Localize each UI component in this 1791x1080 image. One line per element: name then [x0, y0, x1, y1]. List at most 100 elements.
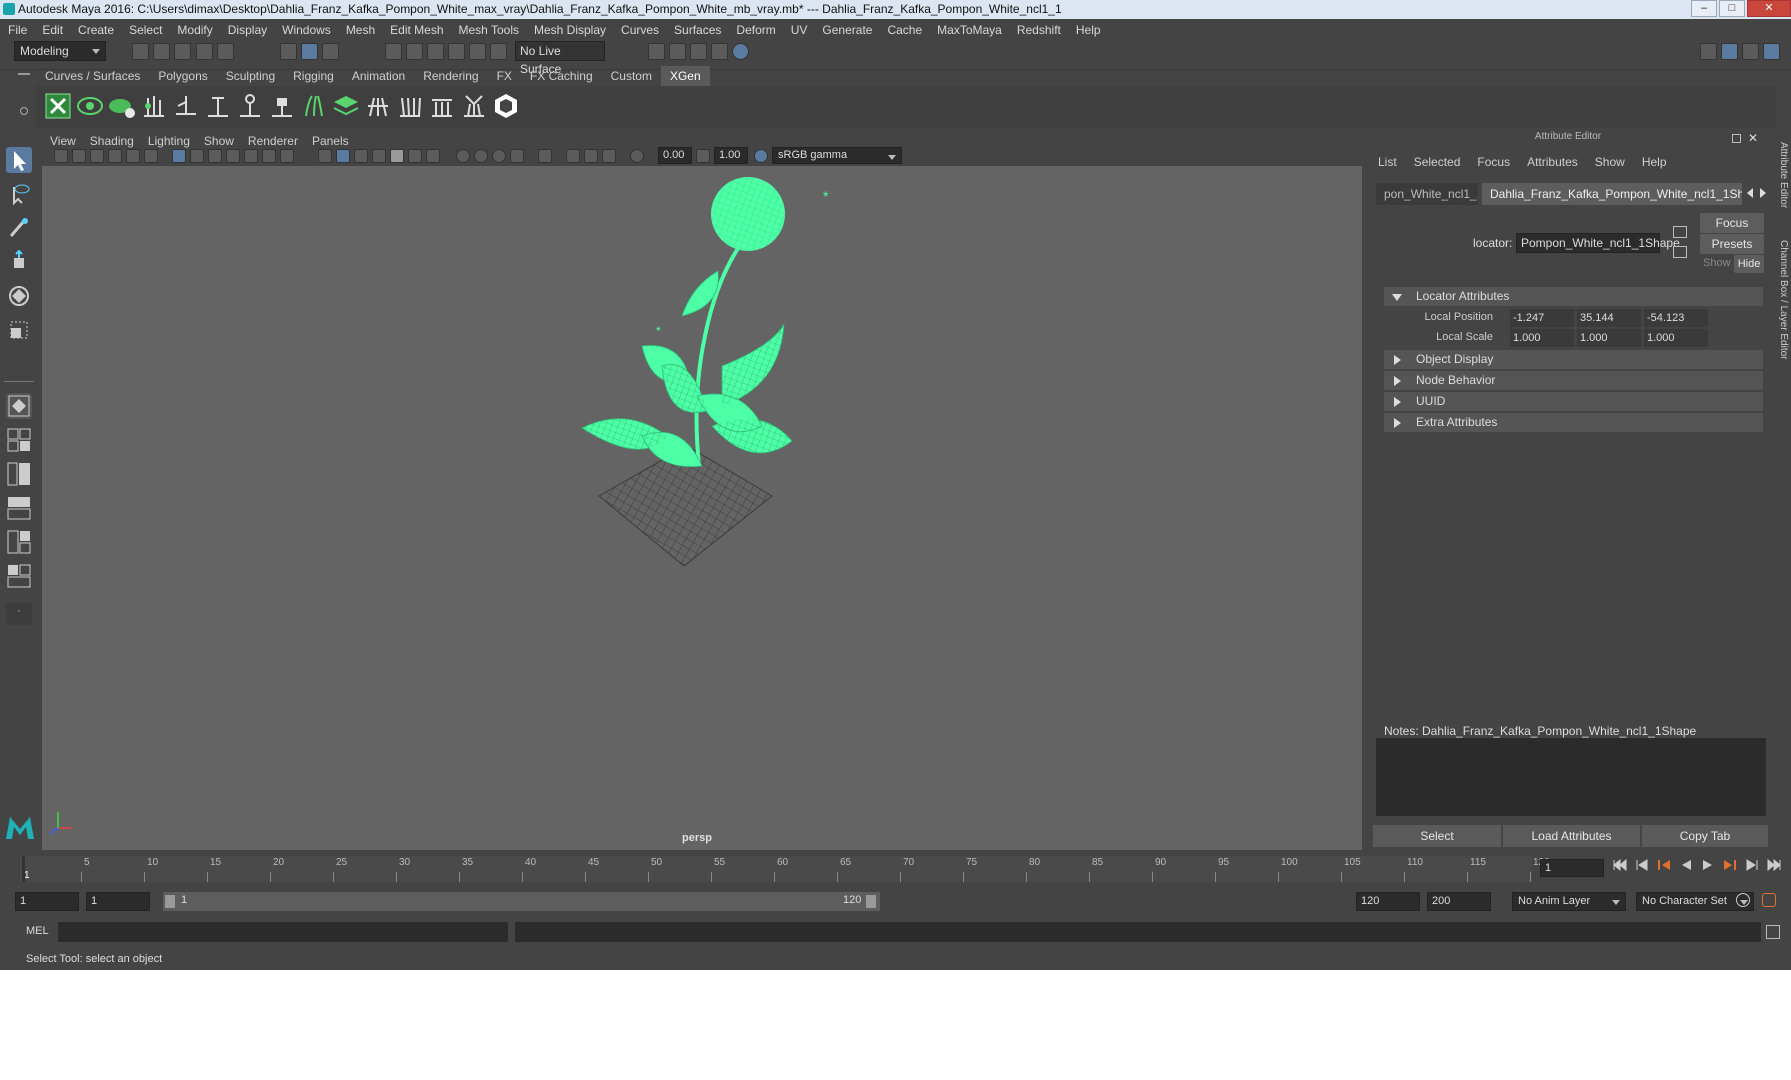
two-d-pan-zoom-icon[interactable]	[126, 149, 140, 163]
save-scene-icon[interactable]	[174, 43, 191, 60]
animation-preferences-icon[interactable]	[1762, 893, 1776, 907]
image-plane-icon[interactable]	[108, 149, 122, 163]
textured-icon[interactable]	[372, 149, 386, 163]
animation-start-field[interactable]: 1	[15, 892, 79, 911]
snap-view-plane-icon[interactable]	[448, 43, 465, 60]
frame-selected-icon[interactable]	[584, 149, 598, 163]
float-panel-icon[interactable]	[1732, 134, 1741, 143]
local-scale-y-field[interactable]: 1.000	[1577, 329, 1641, 347]
show-button[interactable]: Show	[1703, 257, 1731, 269]
toggle-channel-box-icon[interactable]	[1742, 43, 1759, 60]
menu-create[interactable]: Create	[78, 23, 114, 37]
grid-icon[interactable]	[172, 149, 186, 163]
xgen-noise-icon[interactable]	[460, 92, 488, 120]
section-object-display[interactable]: Object Display	[1384, 350, 1763, 369]
xgen-lock-guides-icon[interactable]	[268, 92, 296, 120]
shelf-tab-polygons[interactable]: Polygons	[149, 66, 216, 86]
select-component-icon[interactable]	[322, 43, 339, 60]
ae-tab-transform[interactable]: pon_White_ncl1_1	[1376, 183, 1478, 205]
xgen-layers-icon[interactable]	[332, 92, 360, 120]
xgen-comb-icon[interactable]	[396, 92, 424, 120]
xray-joints-icon[interactable]	[602, 149, 616, 163]
script-editor-icon[interactable]	[1766, 925, 1780, 939]
persp-uv-layout-icon[interactable]	[6, 563, 32, 589]
snap-curve-icon[interactable]	[406, 43, 423, 60]
workspace-icon[interactable]	[1700, 43, 1717, 60]
exposure-icon[interactable]	[630, 149, 644, 163]
viewport-menu-lighting[interactable]: Lighting	[148, 134, 190, 148]
toggle-tool-settings-icon[interactable]	[1763, 43, 1780, 60]
shelf-tab-xgen[interactable]: XGen	[660, 66, 710, 86]
persp-graph-layout-icon[interactable]	[6, 495, 32, 521]
frame-all-icon[interactable]	[566, 149, 580, 163]
menu-mesh-tools[interactable]: Mesh Tools	[459, 23, 519, 37]
playback-end-field[interactable]: 120	[1356, 892, 1420, 911]
screen-space-ao-icon[interactable]	[456, 149, 470, 163]
load-attributes-button[interactable]: Load Attributes	[1503, 825, 1640, 847]
rotate-tool-icon[interactable]	[6, 283, 32, 309]
maximize-button[interactable]: □	[1719, 0, 1745, 17]
menu-deform[interactable]: Deform	[736, 23, 775, 37]
current-frame-field[interactable]: 1	[1540, 859, 1604, 877]
four-view-layout-icon[interactable]	[6, 427, 32, 453]
step-forward-key-icon[interactable]	[1744, 858, 1760, 872]
menu-uv[interactable]: UV	[791, 23, 808, 37]
step-forward-frame-icon[interactable]	[1722, 858, 1738, 872]
menu-curves[interactable]: Curves	[621, 23, 659, 37]
gate-mask-icon[interactable]	[226, 149, 240, 163]
minimize-button[interactable]: –	[1691, 0, 1717, 17]
paint-select-tool-icon[interactable]	[6, 215, 32, 241]
menu-edit[interactable]: Edit	[42, 23, 63, 37]
locator-marker-icon[interactable]: *	[823, 188, 829, 204]
select-node-icon[interactable]	[1673, 226, 1687, 238]
menu-edit-mesh[interactable]: Edit Mesh	[390, 23, 443, 37]
menu-select[interactable]: Select	[129, 23, 162, 37]
anim-layer-dropdown[interactable]: No Anim Layer	[1512, 892, 1626, 911]
hide-button[interactable]: Hide	[1734, 255, 1764, 273]
range-end-handle[interactable]	[866, 895, 876, 908]
menu-redshift[interactable]: Redshift	[1017, 23, 1061, 37]
step-back-frame-icon[interactable]	[1656, 858, 1672, 872]
section-locator-attributes[interactable]: Locator Attributes	[1384, 287, 1763, 306]
isolate-select-icon[interactable]	[538, 149, 552, 163]
shelf-tab-rigging[interactable]: Rigging	[284, 66, 343, 86]
viewport-menu-panels[interactable]: Panels	[312, 134, 349, 148]
film-gate-icon[interactable]	[190, 149, 204, 163]
local-position-y-field[interactable]: 35.144	[1577, 309, 1641, 327]
grease-pencil-icon[interactable]	[144, 149, 158, 163]
move-tool-icon[interactable]	[6, 249, 32, 275]
viewport-scene[interactable]: * *	[42, 166, 1362, 850]
menu-surfaces[interactable]: Surfaces	[674, 23, 721, 37]
select-button[interactable]: Select	[1373, 825, 1501, 847]
close-panel-icon[interactable]: ✕	[1748, 131, 1758, 145]
viewport-menu-show[interactable]: Show	[204, 134, 234, 148]
shelf-menu-icon[interactable]	[18, 73, 30, 75]
section-uuid[interactable]: UUID	[1384, 392, 1763, 411]
redo-icon[interactable]	[217, 43, 234, 60]
xgen-grooming-icon[interactable]	[364, 92, 392, 120]
xgen-add-guide-icon[interactable]	[172, 92, 200, 120]
hypershade-layout-icon[interactable]	[6, 529, 32, 555]
xgen-editor-icon[interactable]	[44, 92, 72, 120]
local-position-z-field[interactable]: -54.123	[1644, 309, 1708, 327]
gamma-field[interactable]: 1.00	[714, 147, 748, 164]
open-scene-icon[interactable]	[153, 43, 170, 60]
shelf-tab-fx-caching[interactable]: FX Caching	[521, 66, 602, 86]
motion-blur-icon[interactable]	[474, 149, 488, 163]
lasso-tool-icon[interactable]	[6, 181, 32, 207]
wireframe-on-shaded-icon[interactable]	[354, 149, 368, 163]
menu-mesh[interactable]: Mesh	[346, 23, 375, 37]
xgen-interactive-groom-icon[interactable]	[492, 92, 520, 120]
menu-display[interactable]: Display	[228, 23, 267, 37]
menu-modify[interactable]: Modify	[177, 23, 212, 37]
shadows-icon[interactable]	[426, 149, 440, 163]
resolution-gate-icon[interactable]	[208, 149, 222, 163]
persp-viewport[interactable]: * * persp	[42, 166, 1362, 850]
menu-maxtomaya[interactable]: MaxToMaya	[937, 23, 1002, 37]
menu-windows[interactable]: Windows	[282, 23, 331, 37]
side-tab-attribute-editor[interactable]: Attribute Editor	[1771, 142, 1789, 242]
tab-prev-icon[interactable]	[1747, 188, 1753, 198]
toggle-attribute-editor-icon[interactable]	[1721, 43, 1738, 60]
playback-start-field[interactable]: 1	[86, 892, 150, 911]
smooth-shade-icon[interactable]	[336, 149, 350, 163]
